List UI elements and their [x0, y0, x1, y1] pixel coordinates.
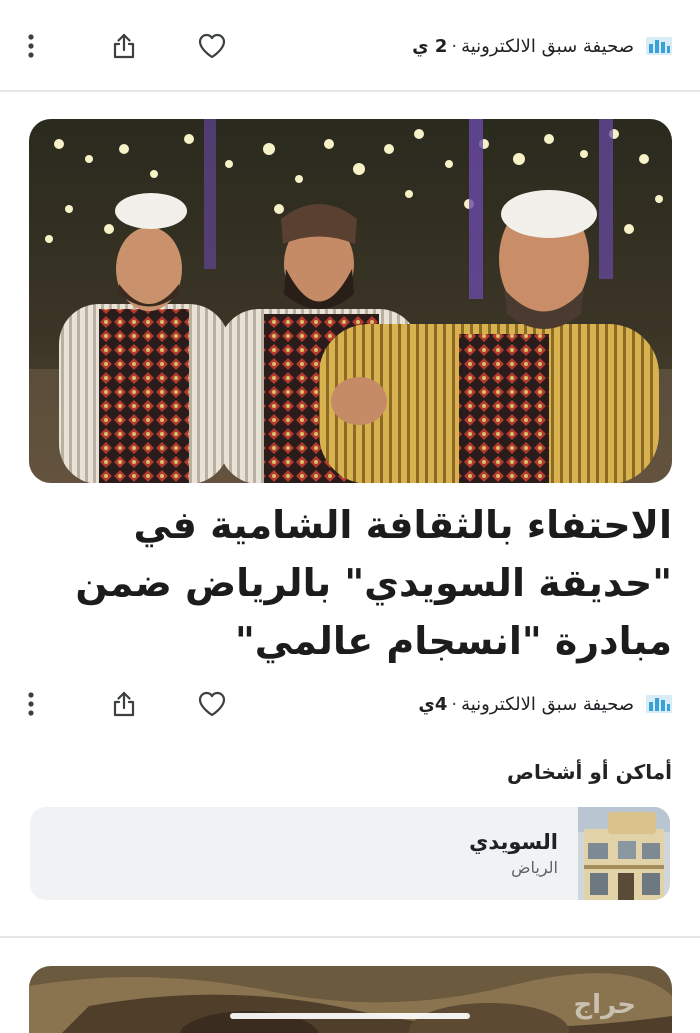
publisher-logo-icon [646, 695, 672, 713]
meta-separator: · [451, 693, 458, 715]
share-button[interactable] [102, 26, 146, 66]
article-hero-image[interactable] [29, 119, 672, 483]
heart-icon [198, 691, 226, 717]
publisher-info[interactable]: صحيفة سبق الالكترونية · 4ي [418, 694, 672, 715]
publisher-name: صحيفة سبق الالكترونية [461, 693, 634, 715]
article-actions [28, 684, 234, 724]
home-indicator[interactable] [230, 1013, 470, 1019]
more-options-button[interactable] [28, 684, 58, 724]
article-headline[interactable]: الاحتفاء بالثقافة الشامية في "حديقة السو… [28, 496, 672, 670]
place-thumbnail [578, 807, 670, 900]
top-card-meta-row: صحيفة سبق الالكترونية · 2 ي [28, 26, 672, 66]
watermark-logo: حراج [573, 990, 636, 1020]
place-text: السويدي الرياض [469, 830, 558, 877]
card-divider [0, 936, 700, 938]
publisher-logo-icon [646, 37, 672, 55]
place-name: السويدي [469, 830, 558, 854]
more-vert-icon [28, 692, 34, 716]
post-age: 4ي [418, 693, 448, 715]
share-icon [113, 691, 135, 717]
places-section-title: أماكن أو أشخاص [507, 760, 672, 784]
more-vert-icon [28, 34, 34, 58]
top-card-actions [28, 26, 234, 66]
heart-icon [198, 33, 226, 59]
meta-separator: · [451, 35, 458, 57]
more-options-button[interactable] [28, 26, 58, 66]
place-card[interactable]: السويدي الرياض [30, 807, 670, 900]
share-icon [113, 33, 135, 59]
post-age: 2 ي [412, 35, 448, 57]
publisher-name: صحيفة سبق الالكترونية [461, 35, 634, 57]
place-city: الرياض [511, 858, 558, 877]
publisher-info[interactable]: صحيفة سبق الالكترونية · 2 ي [412, 36, 672, 57]
like-button[interactable] [190, 26, 234, 66]
card-divider [0, 90, 700, 92]
share-button[interactable] [102, 684, 146, 724]
like-button[interactable] [190, 684, 234, 724]
hero-photo [29, 119, 672, 483]
article-meta-row: صحيفة سبق الالكترونية · 4ي [28, 684, 672, 724]
